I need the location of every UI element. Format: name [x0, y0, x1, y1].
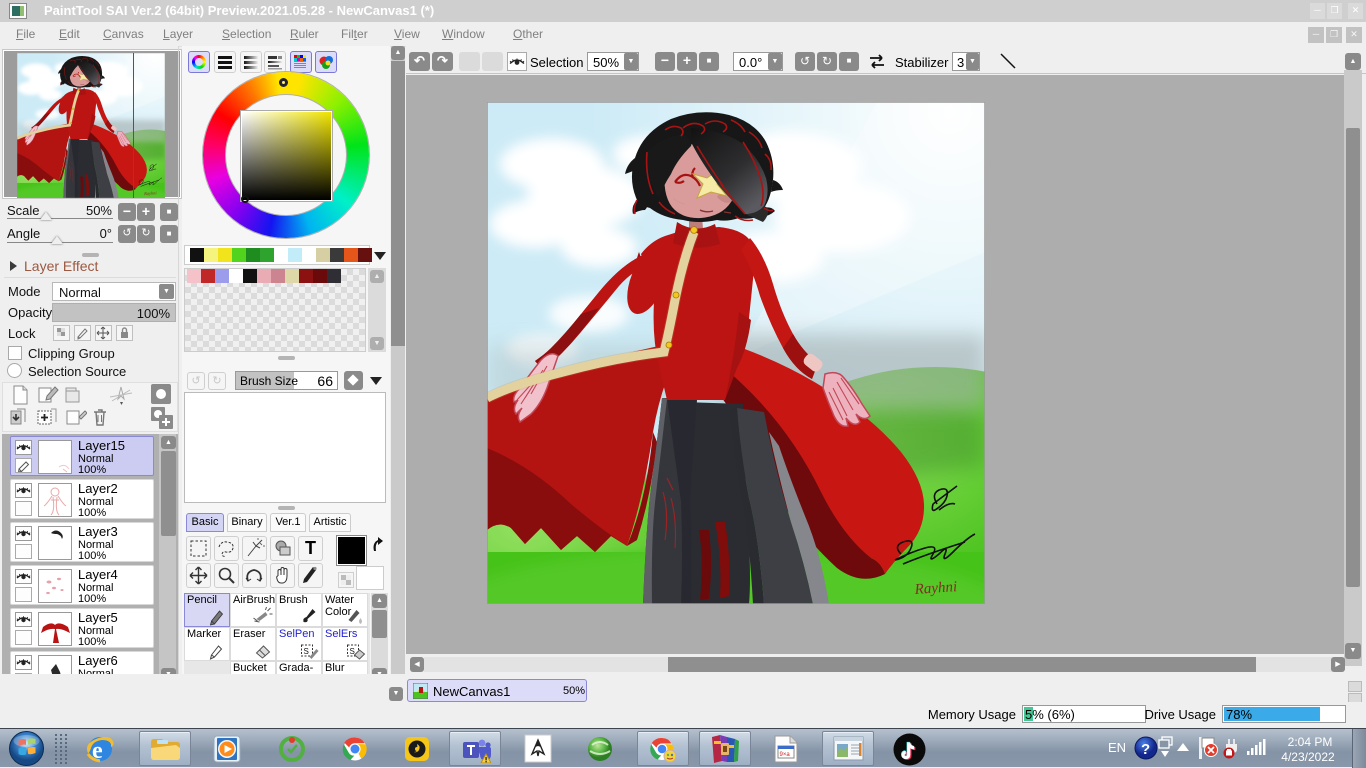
svg-text:S: S	[350, 647, 355, 656]
svg-text:S: S	[304, 647, 309, 656]
svg-text:?: ?	[1141, 741, 1150, 758]
svg-text:9×a: 9×a	[780, 752, 791, 758]
